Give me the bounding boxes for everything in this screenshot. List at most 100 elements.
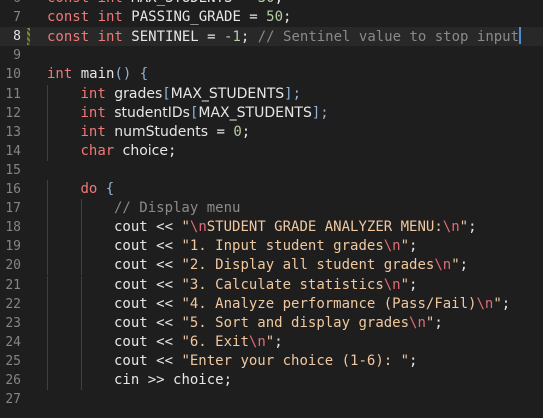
code-line[interactable]: 24 cout << "6. Exit\n"; bbox=[0, 332, 543, 352]
code-line[interactable]: 16 do { bbox=[0, 180, 543, 199]
code-line[interactable]: 9 bbox=[0, 46, 543, 65]
code-token: int bbox=[98, 0, 132, 6]
code-token: PASSING_GRADE bbox=[131, 9, 241, 26]
indent-guide bbox=[47, 351, 48, 371]
code-token: ; bbox=[409, 276, 418, 293]
code-line[interactable]: 25 cout << "Enter your choice (1-6): "; bbox=[0, 351, 543, 371]
code-text: cout << "5. Sort and display grades\n"; bbox=[114, 314, 443, 333]
code-token: " bbox=[400, 238, 410, 255]
code-token: "2. Display all student grades bbox=[181, 257, 435, 274]
code-text: int main() { bbox=[47, 65, 148, 84]
code-token: << bbox=[156, 276, 182, 293]
code-line[interactable]: 14 char choice; bbox=[0, 141, 543, 161]
code-token: MAX_STUDENTS bbox=[198, 104, 312, 121]
indent-guide bbox=[80, 332, 82, 352]
code-token: << bbox=[156, 238, 182, 255]
code-line[interactable]: 10 int main() { bbox=[0, 65, 543, 84]
code-token: int bbox=[80, 104, 115, 121]
code-line[interactable]: 15 bbox=[0, 161, 543, 180]
code-text: cout << "3. Calculate statistics\n"; bbox=[114, 276, 417, 295]
code-token: cout bbox=[114, 333, 157, 350]
code-token: int bbox=[97, 29, 132, 46]
code-token: char bbox=[80, 142, 123, 159]
code-token: main bbox=[80, 66, 115, 83]
code-token: >> bbox=[147, 372, 174, 388]
code-token: = bbox=[198, 29, 225, 46]
code-text: cout << "Enter your choice (1-6): "; bbox=[114, 352, 417, 371]
code-token: = bbox=[232, 0, 257, 6]
code-token: " bbox=[265, 333, 275, 350]
code-token: \n bbox=[248, 333, 266, 350]
code-text: int grades[MAX_STUDENTS]; bbox=[81, 85, 302, 104]
line-number: 21 bbox=[5, 277, 21, 293]
code-token: ; bbox=[275, 0, 283, 6]
code-text: int studentIDs[MAX_STUDENTS]; bbox=[81, 104, 329, 123]
code-token: const bbox=[47, 29, 98, 46]
line-number: 6 bbox=[0, 0, 21, 8]
line-number: 26 bbox=[5, 373, 21, 388]
code-token: int bbox=[80, 123, 115, 140]
code-token: ; bbox=[468, 219, 477, 236]
code-token: << bbox=[156, 333, 182, 350]
line-number: 25 bbox=[5, 353, 21, 369]
code-token: "3. Calculate statistics bbox=[181, 276, 384, 293]
code-line[interactable]: 18 cout << "\nSTUDENT GRADE ANALYZER MENU… bbox=[0, 218, 543, 238]
indent-guide bbox=[80, 237, 82, 257]
code-token: = bbox=[208, 123, 234, 140]
code-line[interactable]: 17 // Display menu bbox=[0, 199, 543, 219]
line-number: 15 bbox=[5, 162, 21, 178]
code-token: " bbox=[451, 257, 460, 274]
code-token: cout bbox=[114, 295, 157, 312]
code-line[interactable]: 6 const int MAX_STUDENTS = 30; bbox=[0, 0, 543, 8]
code-text: cout << "\nSTUDENT GRADE ANALYZER MENU:\… bbox=[114, 218, 477, 237]
code-token: int bbox=[47, 66, 81, 83]
indent-guide bbox=[47, 313, 48, 333]
line-number: 9 bbox=[13, 48, 21, 64]
indent-guide bbox=[80, 199, 82, 219]
code-line[interactable]: 27 bbox=[0, 390, 543, 409]
code-token: ]; bbox=[311, 104, 329, 121]
code-token: // Sentinel value to stop input bbox=[257, 29, 520, 46]
code-line[interactable]: 8 const int SENTINEL = -1; // Sentinel va… bbox=[0, 27, 543, 47]
indent-guide bbox=[47, 103, 48, 123]
code-token: ; bbox=[223, 372, 233, 388]
code-token: cout bbox=[114, 238, 157, 255]
code-token: " bbox=[459, 219, 469, 236]
code-text: const int MAX_STUDENTS = 30; bbox=[47, 0, 283, 8]
code-token: -1 bbox=[224, 29, 241, 46]
code-token: cout bbox=[114, 276, 157, 293]
code-token: 0 bbox=[233, 123, 242, 140]
modified-line-marker bbox=[27, 28, 30, 46]
indent-guide bbox=[47, 237, 48, 257]
code-token: ; bbox=[283, 9, 292, 26]
code-line[interactable]: 11 int grades[MAX_STUDENTS]; bbox=[0, 84, 543, 104]
line-number: 22 bbox=[5, 296, 21, 312]
code-token: << bbox=[156, 219, 182, 236]
line-number: 7 bbox=[13, 10, 21, 26]
code-line[interactable]: 12 int studentIDs[MAX_STUDENTS]; bbox=[0, 103, 543, 123]
line-number: 20 bbox=[5, 258, 21, 274]
code-line[interactable]: 22 cout << "4. Analyze performance (Pass/… bbox=[0, 294, 543, 314]
code-line[interactable]: 21 cout << "3. Calculate statistics\n"; bbox=[0, 275, 543, 295]
code-token: ; bbox=[459, 257, 469, 274]
indent-guide bbox=[47, 218, 48, 238]
indent-guide bbox=[47, 256, 48, 276]
code-token: cout bbox=[114, 219, 157, 236]
code-text: cout << "6. Exit\n"; bbox=[114, 333, 283, 352]
line-number: 13 bbox=[5, 124, 21, 140]
code-token: [ bbox=[162, 85, 171, 102]
code-line[interactable]: 13 int numStudents = 0; bbox=[0, 122, 543, 142]
code-editor[interactable]: 6 const int MAX_STUDENTS = 30; 7 const int … bbox=[0, 0, 543, 418]
code-line[interactable]: 19 cout << "1. Input student grades\n"; bbox=[0, 237, 543, 257]
code-line[interactable]: 23 cout << "5. Sort and display grades\n"… bbox=[0, 313, 543, 333]
code-token: \n bbox=[383, 276, 401, 293]
code-line[interactable]: 7 const int PASSING_GRADE = 50; bbox=[0, 8, 543, 27]
code-line[interactable]: 26 cin >> choice; bbox=[0, 371, 543, 390]
code-token: "5. Sort and display grades bbox=[181, 314, 410, 331]
code-line[interactable]: 20 cout << "2. Display all student grades… bbox=[0, 256, 543, 276]
code-token: ; bbox=[241, 123, 251, 140]
line-number: 10 bbox=[5, 67, 21, 83]
indent-guide bbox=[47, 294, 48, 314]
code-token: ; bbox=[501, 295, 511, 312]
indent-guide bbox=[80, 371, 82, 390]
